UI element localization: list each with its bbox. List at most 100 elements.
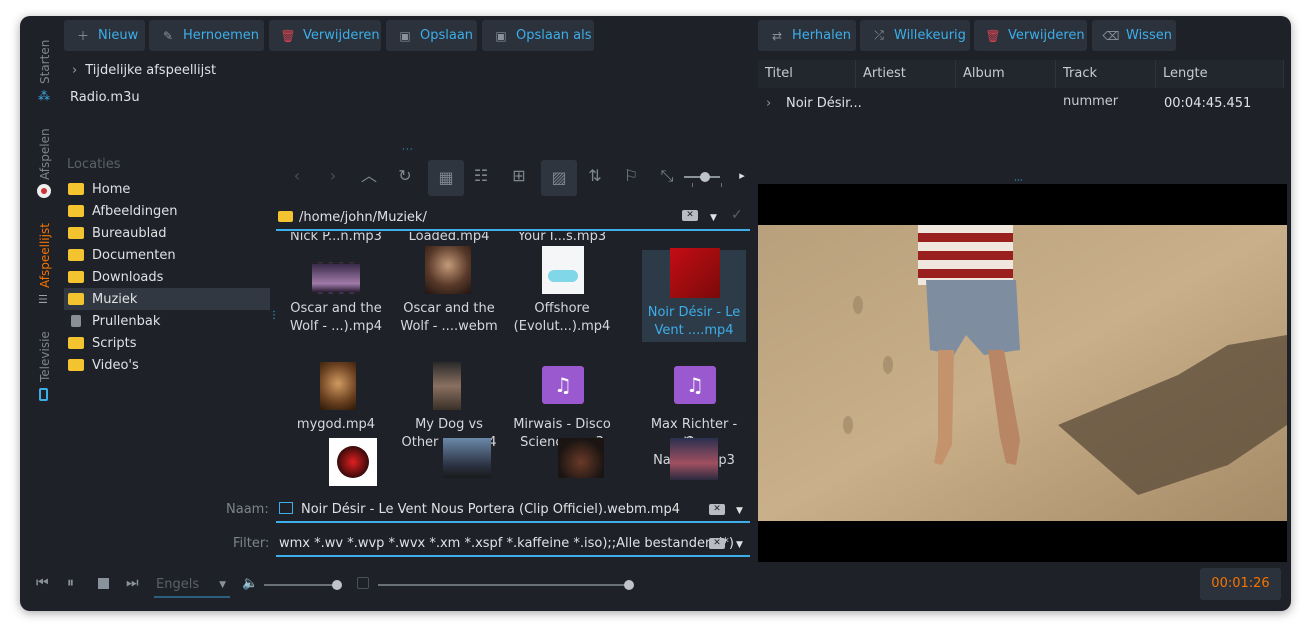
detail-view-icon[interactable]: ☷ [466,161,496,191]
tree-view-icon[interactable]: ⊞ [504,161,534,191]
stop-icon[interactable] [98,578,109,589]
file-item-thumbnail[interactable] [558,438,604,478]
file-item-selected[interactable]: Noir Désir - Le Vent ....mp4 [642,248,746,342]
location-item[interactable]: Afbeeldingen [64,200,270,222]
column-album[interactable]: Album [956,60,1056,88]
location-item[interactable]: Documenten [64,244,270,266]
remove-track-button[interactable]: 🗑 Verwijderen [974,20,1087,51]
playlist-file-item[interactable]: Radio.m3u [70,90,140,105]
chevron-right-icon: › [766,96,772,111]
zoom-fit-icon[interactable]: ⤡ [652,161,682,191]
table-row[interactable]: › Noir Désir... 00:04:45.451 [758,92,1284,116]
playlist-tree-item[interactable]: › Tijdelijke afspeellijst [72,63,216,81]
repeat-button[interactable]: ⇄ Herhalen [758,20,856,51]
location-item[interactable]: Scripts [64,332,270,354]
filter-field[interactable]: wmx *.wv *.wvp *.wvx *.xm *.xspf *.kaffe… [276,531,750,557]
location-item[interactable]: Downloads [64,266,270,288]
location-item[interactable]: Home [64,178,270,200]
file-item[interactable]: ♫ Max Richter - On the Nat...ht.mp3 [642,344,746,468]
skip-back-icon[interactable]: ⏮ [36,575,49,591]
zoom-slider[interactable] [684,172,722,189]
file-item-thumbnail[interactable] [670,438,718,480]
volume-slider[interactable] [264,580,344,590]
tab-afspeellijst-label: Afspeellijst [38,223,52,288]
column-title[interactable]: Titel [758,60,856,88]
path-bar[interactable]: /home/john/Muziek/ [276,205,750,231]
bookmark-icon[interactable]: ⚐ [616,161,646,191]
tab-afspelen[interactable]: Afspelen [34,122,56,202]
column-length[interactable]: Lengte [1156,60,1284,88]
location-label: Prullenbak [92,313,161,329]
location-item[interactable]: Muziek [64,288,270,310]
save-button[interactable]: ▣ Opslaan [386,20,477,51]
clear-button[interactable]: ⌫ Wissen [1092,20,1176,51]
skip-forward-icon[interactable]: ⏭ [126,575,139,591]
trash-icon: 🗑 [280,28,296,43]
chevron-down-icon: ▼ [219,580,226,590]
repeat-icon: ⇄ [771,28,783,43]
tab-afspeellijst[interactable]: Afspeellijst ☰ [34,220,56,310]
column-artist[interactable]: Artiest [856,60,956,88]
up-icon[interactable]: ︿ [354,161,384,191]
video-player[interactable] [758,184,1287,562]
new-button[interactable]: ＋ Nieuw [64,20,145,51]
locations-heading: Locaties [67,157,121,172]
delete-playlist-button[interactable]: 🗑 Verwijderen [269,20,381,51]
file-item[interactable]: Offshore (Evolut...).mp4 [510,246,614,339]
pencil-icon: ✎ [162,28,174,43]
file-item-cut-3[interactable]: Your I...s.mp3 [510,232,614,243]
audio-file-icon: ♫ [542,366,584,404]
clear-filter-icon[interactable]: ✕ [709,538,725,549]
volume-icon[interactable]: 🔈 [242,576,258,591]
file-item[interactable]: Oscar and the Wolf - ...).mp4 [284,246,388,339]
video-thumbnail [320,362,356,410]
seek-icon [357,577,369,589]
pause-icon[interactable]: ⏸ [67,575,74,591]
reload-icon[interactable]: ↻ [390,161,420,191]
path-dropdown-icon[interactable]: ▼ [710,213,717,223]
file-item-cut-1[interactable]: Nick P...n.mp3 [284,232,388,243]
forward-icon[interactable]: › [318,161,348,191]
accept-path-icon[interactable]: ✓ [731,207,743,223]
file-item[interactable]: mygod.mp4 [284,344,388,437]
name-field[interactable]: Noir Désir - Le Vent Nous Portera (Clip … [276,497,750,523]
location-item[interactable]: Video's [64,354,270,376]
shuffle-button[interactable]: ⤮ Willekeurig [860,20,970,51]
rename-button[interactable]: ✎ Hernoemen [149,20,264,51]
splitter-handle[interactable]: ··· [402,146,416,155]
file-item[interactable]: Oscar and the Wolf - ....webm [397,246,501,339]
trash-icon [71,315,81,327]
time-display: 00:01:26 [1200,568,1281,600]
more-triangle-icon[interactable]: ▸ [727,161,757,191]
file-item[interactable]: ♫ Mirwais - Disco Science.mp3 [510,344,614,450]
location-label: Afbeeldingen [92,203,178,219]
clear-path-icon[interactable]: ✕ [682,210,698,221]
panel-resize-handle[interactable]: ⋮ [269,311,279,328]
row-title: Noir Désir... [786,96,862,111]
seek-slider[interactable] [378,580,636,590]
location-item[interactable]: Prullenbak [64,310,270,332]
file-item[interactable]: My Dog vs Other ...g.mp4 [397,344,501,450]
start-icon: ⁂ [38,89,50,103]
icon-view-icon[interactable]: ▦ [428,160,464,196]
file-item-thumbnail[interactable] [443,438,491,478]
name-dropdown-icon[interactable]: ▼ [736,506,743,516]
filter-dropdown-icon[interactable]: ▼ [736,540,743,550]
location-label: Downloads [92,269,164,285]
preview-icon[interactable]: ▨ [541,160,577,196]
sort-icon[interactable]: ⇅ [580,161,610,191]
tab-televisie[interactable]: Televisie [34,330,56,406]
location-item[interactable]: Bureaublad [64,222,270,244]
file-item-cut-2[interactable]: Loaded.mp4 [397,232,501,243]
tab-starten[interactable]: Starten ⁂ [34,34,56,104]
file-item-thumbnail[interactable] [329,438,377,486]
language-select[interactable]: Engels ▼ [154,574,230,598]
location-label: Documenten [92,247,176,263]
back-icon[interactable]: ‹ [282,161,312,191]
clear-name-icon[interactable]: ✕ [709,504,725,515]
file-grid: Nick P...n.mp3 Loaded.mp4 Your I...s.mp3… [276,232,752,486]
column-track-number[interactable]: Track nummer [1056,60,1156,109]
splitter-handle[interactable]: ··· [1014,177,1028,186]
save-as-button[interactable]: ▣ Opslaan als [482,20,594,51]
folder-icon [68,183,84,195]
